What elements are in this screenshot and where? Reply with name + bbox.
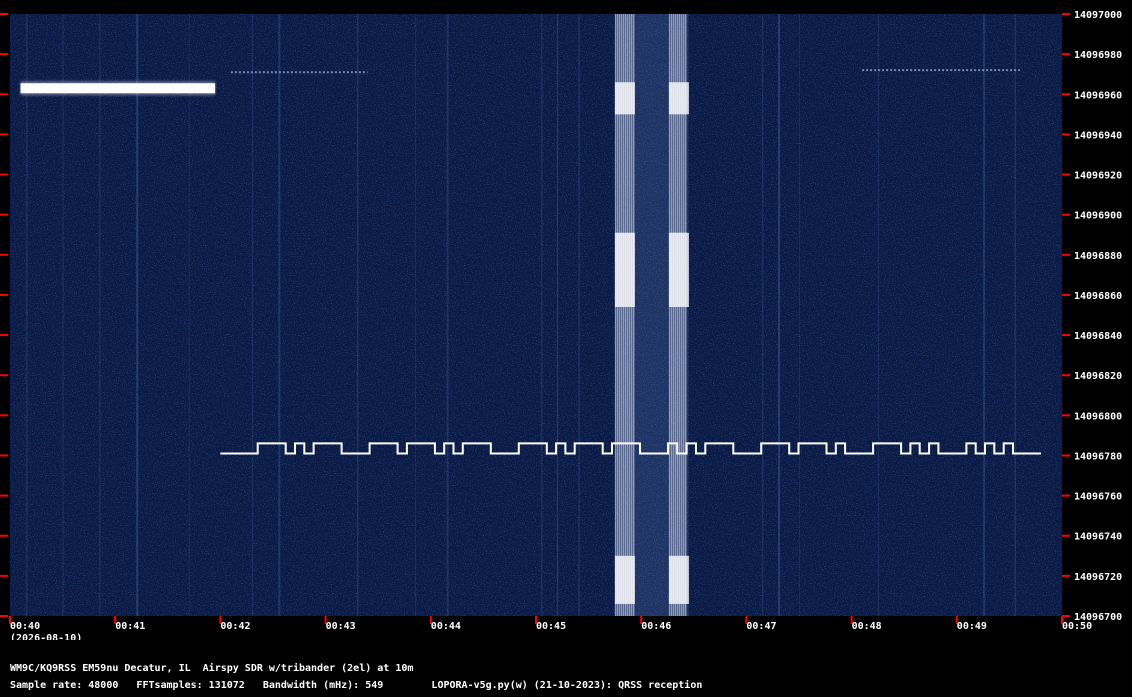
y-tick-label: 14096840 <box>1074 331 1122 342</box>
noise-stripe <box>799 14 800 616</box>
noise-stripe <box>762 14 764 616</box>
noise-stripe <box>778 14 780 616</box>
y-tick-label: 14096820 <box>1074 371 1122 382</box>
noise-stripe <box>1014 14 1016 616</box>
noise-stripe <box>983 14 986 616</box>
y-tick-label: 14096860 <box>1074 291 1122 302</box>
noise-stripe <box>136 14 139 616</box>
x-tick-label: 00:43 <box>326 621 356 632</box>
receiver-info: Sample rate: 48000 FFTsamples: 131072 Ba… <box>10 680 703 691</box>
y-tick-label: 14096720 <box>1074 572 1122 583</box>
x-tick-label: 00:45 <box>536 621 566 632</box>
x-date-label: (2026-08-10) <box>10 633 82 640</box>
x-tick-label: 00:46 <box>641 621 671 632</box>
noise-stripe <box>415 14 416 616</box>
y-tick-label: 14096980 <box>1074 50 1122 61</box>
y-tick-label: 14096780 <box>1074 451 1122 462</box>
noise-stripe <box>278 14 281 616</box>
noise-stripe <box>252 14 253 616</box>
noise-stripe <box>541 14 543 616</box>
y-tick-label: 14096920 <box>1074 171 1122 182</box>
y-tick-label: 14096760 <box>1074 492 1122 503</box>
qrm-burst-blob <box>668 82 689 115</box>
spectrogram-chart: 14097000 14096980 14096960 14096940 14096920… <box>0 10 1122 640</box>
x-tick-label: 00:50 <box>1062 621 1092 632</box>
noise-stripe <box>557 14 558 616</box>
carrier-trace <box>20 83 216 94</box>
qrm-burst-blob <box>614 232 635 307</box>
noise-stripe <box>877 14 879 616</box>
noise-stripe <box>578 14 581 616</box>
noise-stripe <box>188 14 190 616</box>
noise-stripe <box>446 14 449 616</box>
y-tick-label: 14096800 <box>1074 411 1122 422</box>
qrm-burst-blob <box>668 555 689 604</box>
y-tick-label: 14096740 <box>1074 532 1122 543</box>
x-tick-label: 00:42 <box>220 621 250 632</box>
qrm-burst-blob <box>614 82 635 115</box>
plot-noise <box>10 14 1062 616</box>
noise-stripe <box>25 14 28 616</box>
y-tick-label: 14096900 <box>1074 211 1122 222</box>
x-tick-label: 00:49 <box>957 621 987 632</box>
x-tick-label: 00:44 <box>431 621 461 632</box>
noise-stripe <box>357 14 359 616</box>
y-tick-label: 14096940 <box>1074 130 1122 141</box>
y-tick-label: 14097000 <box>1074 10 1122 21</box>
x-axis: 00:40 00:41 00:42 00:43 00:44 00:45 00:46 00:47… <box>9 616 1092 640</box>
noise-stripe <box>99 14 101 616</box>
x-tick-label: 00:41 <box>115 621 145 632</box>
y-tick-label: 14096880 <box>1074 251 1122 262</box>
noise-stripe <box>62 14 64 616</box>
x-tick-label: 00:47 <box>746 621 776 632</box>
qrm-burst-blob <box>668 232 689 307</box>
station-info: WM9C/KQ9RSS EM59nu Decatur, IL Airspy SD… <box>10 663 414 674</box>
qrm-burst-blob <box>614 555 635 604</box>
x-tick-label: 00:48 <box>852 621 882 632</box>
y-tick-label: 14096960 <box>1074 90 1122 101</box>
x-tick-label: 00:40 <box>10 621 40 632</box>
